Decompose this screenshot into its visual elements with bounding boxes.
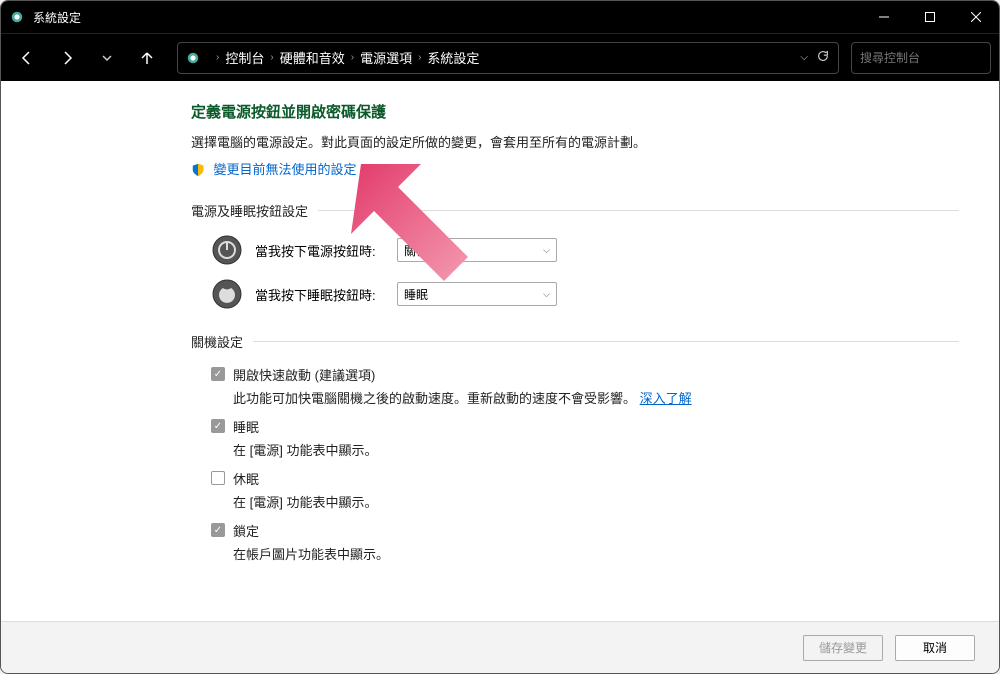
navbar: › 控制台 › 硬體和音效 › 電源選項 › 系統設定 ⌵ [1, 33, 999, 81]
fast-startup-label: 開啟快速啟動 (建議選項) [233, 365, 375, 384]
hibernate-row: 休眠 [211, 469, 959, 488]
content-area: 定義電源按鈕並開啟密碼保護 選擇電腦的電源設定。對此頁面的設定所做的變更，會套用… [1, 81, 999, 621]
hibernate-checkbox[interactable] [211, 471, 225, 485]
sleep-checkbox[interactable]: ✓ [211, 419, 225, 433]
change-settings-row: 變更目前無法使用的設定 [191, 159, 959, 179]
fast-startup-checkbox[interactable]: ✓ [211, 367, 225, 381]
chevron-right-icon: › [351, 52, 354, 63]
back-button[interactable] [9, 40, 45, 76]
lock-checkbox[interactable]: ✓ [211, 523, 225, 537]
hibernate-desc: 在 [電源] 功能表中顯示。 [233, 492, 959, 511]
lock-row: ✓ 鎖定 [211, 521, 959, 540]
chevron-right-icon: › [270, 52, 273, 63]
breadcrumb-item[interactable]: 電源選項 [360, 48, 412, 67]
sleep-icon [211, 278, 243, 310]
refresh-button[interactable] [816, 49, 830, 66]
sleep-button-select[interactable]: 睡眠 ⌵ [397, 282, 557, 306]
minimize-button[interactable] [861, 1, 907, 33]
app-icon [9, 9, 25, 25]
window: 系統設定 › 控制台 › 硬體和音效 › 電源選項 › 系統設定 ⌵ [0, 0, 1000, 674]
search-box[interactable] [851, 42, 991, 74]
close-button[interactable] [953, 1, 999, 33]
footer: 儲存變更 取消 [1, 621, 999, 673]
power-button-select[interactable]: 關機 ⌵ [397, 238, 557, 262]
cancel-button[interactable]: 取消 [895, 635, 975, 661]
maximize-button[interactable] [907, 1, 953, 33]
chevron-right-icon: › [216, 52, 219, 63]
breadcrumb-item[interactable]: 控制台 [225, 48, 264, 67]
section-power-sleep-header: 電源及睡眠按鈕設定 [191, 201, 959, 220]
titlebar: 系統設定 [1, 1, 999, 33]
sleep-button-row: 當我按下睡眠按鈕時: 睡眠 ⌵ [211, 278, 959, 310]
chevron-down-icon[interactable]: ⌵ [800, 52, 808, 63]
up-button[interactable] [129, 40, 165, 76]
breadcrumb-item[interactable]: 硬體和音效 [280, 48, 345, 67]
window-title: 系統設定 [33, 9, 861, 26]
chevron-down-icon: ⌵ [543, 245, 550, 256]
sleep-label: 睡眠 [233, 417, 259, 436]
chevron-down-icon: ⌵ [543, 289, 550, 300]
sleep-desc: 在 [電源] 功能表中顯示。 [233, 440, 959, 459]
save-button[interactable]: 儲存變更 [803, 635, 883, 661]
page-title: 定義電源按鈕並開啟密碼保護 [191, 101, 959, 122]
sleep-row: ✓ 睡眠 [211, 417, 959, 436]
breadcrumb[interactable]: › 控制台 › 硬體和音效 › 電源選項 › 系統設定 ⌵ [177, 42, 839, 74]
hibernate-label: 休眠 [233, 469, 259, 488]
section-shutdown-header: 關機設定 [191, 332, 959, 351]
shield-icon [191, 163, 205, 177]
lock-desc: 在帳戶圖片功能表中顯示。 [233, 544, 959, 563]
change-unavailable-settings-link[interactable]: 變更目前無法使用的設定 [213, 162, 356, 177]
power-button-label: 當我按下電源按鈕時: [255, 241, 385, 260]
forward-button[interactable] [49, 40, 85, 76]
chevron-right-icon: › [418, 52, 421, 63]
page-description: 選擇電腦的電源設定。對此頁面的設定所做的變更，會套用至所有的電源計劃。 [191, 132, 959, 151]
lock-label: 鎖定 [233, 521, 259, 540]
fast-startup-desc: 此功能可加快電腦關機之後的啟動速度。重新啟動的速度不會受影響。 深入了解 [233, 388, 959, 407]
search-input[interactable] [860, 51, 1000, 65]
fast-startup-row: ✓ 開啟快速啟動 (建議選項) [211, 365, 959, 384]
learn-more-link[interactable]: 深入了解 [640, 391, 692, 406]
breadcrumb-item[interactable]: 系統設定 [427, 48, 479, 67]
control-panel-icon [186, 50, 202, 66]
power-icon [211, 234, 243, 266]
power-button-row: 當我按下電源按鈕時: 關機 ⌵ [211, 234, 959, 266]
sleep-button-label: 當我按下睡眠按鈕時: [255, 285, 385, 304]
history-dropdown[interactable] [89, 40, 125, 76]
